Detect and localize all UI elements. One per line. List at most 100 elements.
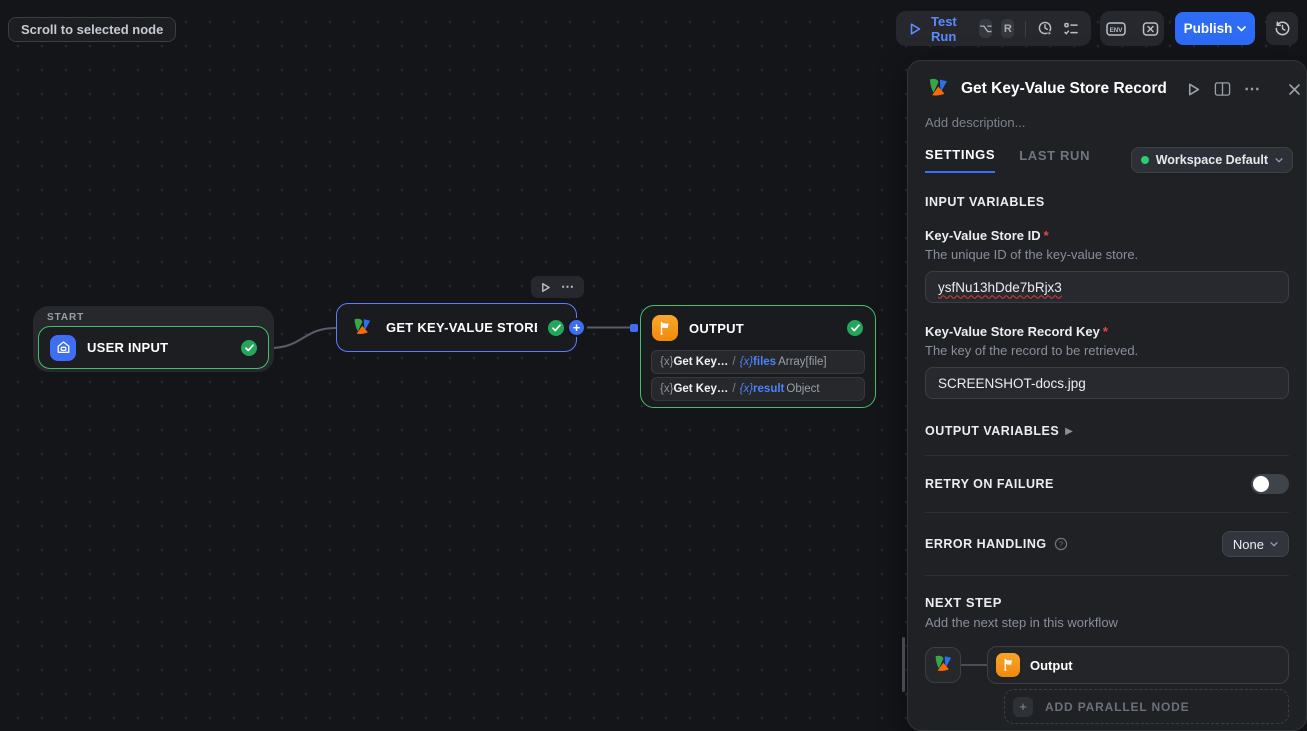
- chevron-right-icon: ▶: [1065, 426, 1073, 437]
- node-settings-panel: Get Key-Value Store Record ⋯ Add descrip…: [907, 60, 1307, 731]
- node-play-icon[interactable]: [540, 282, 551, 293]
- error-handling-select[interactable]: None: [1222, 531, 1289, 557]
- panel-scrollbar[interactable]: [902, 637, 905, 692]
- output-flag-icon: [652, 315, 678, 341]
- play-icon[interactable]: [908, 22, 922, 36]
- field-description: The key of the record to be retrieved.: [925, 343, 1289, 358]
- variable-token-icon: {x}: [740, 356, 753, 368]
- output-variables-heading: OUTPUT VARIABLES: [925, 424, 1059, 438]
- help-icon[interactable]: ?: [1054, 537, 1068, 551]
- description-placeholder[interactable]: Add description...: [908, 102, 1306, 130]
- field-kv-store-id: Key-Value Store ID* The unique ID of the…: [925, 228, 1289, 303]
- docs-book-icon[interactable]: [1214, 81, 1231, 97]
- history-button[interactable]: [1266, 12, 1298, 45]
- panel-tabs: SETTINGS LAST RUN Workspace Default: [908, 130, 1306, 173]
- add-parallel-node-button[interactable]: + ADD PARALLEL NODE: [1004, 689, 1289, 724]
- record-key-input[interactable]: SCREENSHOT-docs.jpg: [925, 367, 1289, 399]
- variable-type: Object: [784, 383, 819, 395]
- variables-icon[interactable]: [1142, 21, 1159, 37]
- output-node-label: OUTPUT: [689, 321, 836, 336]
- apify-icon: [925, 76, 951, 102]
- more-options-icon[interactable]: ⋯: [1244, 79, 1261, 99]
- chevron-down-icon: [1237, 26, 1246, 32]
- apify-icon: [349, 315, 375, 341]
- path-separator: /: [728, 383, 739, 395]
- field-description: The unique ID of the key-value store.: [925, 247, 1289, 262]
- user-input-icon: [50, 335, 76, 361]
- error-handling-row: ERROR HANDLING ? None: [925, 513, 1289, 575]
- env-icon[interactable]: ENV: [1106, 21, 1126, 37]
- test-run-button[interactable]: Test Run: [931, 14, 968, 44]
- toolbar-divider: [1025, 21, 1026, 37]
- workspace-selector[interactable]: Workspace Default: [1131, 147, 1293, 173]
- current-node-button[interactable]: [925, 647, 961, 683]
- add-parallel-label: ADD PARALLEL NODE: [1045, 700, 1190, 714]
- required-asterisk: *: [1044, 228, 1049, 243]
- output-node[interactable]: OUTPUT {x}Get Key…/{x}filesArray[file] {…: [640, 305, 876, 408]
- error-handling-heading: ERROR HANDLING: [925, 537, 1047, 551]
- publish-button[interactable]: Publish: [1175, 12, 1255, 45]
- user-input-node[interactable]: USER INPUT: [38, 326, 269, 369]
- tab-settings[interactable]: SETTINGS: [925, 147, 995, 173]
- field-label: Key-Value Store ID: [925, 228, 1041, 243]
- tab-last-run[interactable]: LAST RUN: [1019, 148, 1090, 172]
- output-flag-icon: [996, 653, 1020, 677]
- input-variables-heading: INPUT VARIABLES: [925, 195, 1289, 209]
- path-separator: /: [728, 356, 739, 368]
- chevron-down-icon: [1275, 158, 1283, 163]
- kv-store-node[interactable]: GET KEY-VALUE STORE RECORD +: [336, 303, 577, 352]
- svg-text:ENV: ENV: [1109, 26, 1123, 33]
- run-node-icon[interactable]: [1186, 82, 1201, 97]
- runs-list-icon[interactable]: [1063, 21, 1079, 37]
- connector-line: [961, 664, 987, 666]
- panel-title: Get Key-Value Store Record: [961, 80, 1173, 98]
- next-step-description: Add the next step in this workflow: [925, 615, 1289, 630]
- retry-heading: RETRY ON FAILURE: [925, 477, 1054, 491]
- success-check-icon: [548, 320, 564, 336]
- source-node-name: Get Key…: [673, 356, 728, 368]
- node-mini-toolbar: ⋯: [531, 276, 584, 298]
- output-variable-row[interactable]: {x}Get Key…/{x}filesArray[file]: [651, 350, 865, 374]
- option-key-badge: ⌥: [979, 19, 992, 38]
- next-step-section: NEXT STEP Add the next step in this work…: [925, 576, 1289, 724]
- variable-token-icon: {x}: [660, 356, 673, 368]
- next-step-heading: NEXT STEP: [925, 595, 1289, 610]
- input-value: ysfNu13hDde7bRjx3: [938, 280, 1062, 295]
- svg-text:?: ?: [1059, 540, 1063, 549]
- input-value: SCREENSHOT-docs.jpg: [938, 376, 1086, 391]
- close-icon[interactable]: [1288, 83, 1301, 96]
- variable-name: result: [753, 383, 784, 395]
- node-more-icon[interactable]: ⋯: [561, 279, 575, 295]
- workspace-label: Workspace Default: [1156, 153, 1268, 167]
- field-label: Key-Value Store Record Key: [925, 324, 1100, 339]
- success-check-icon: [847, 320, 863, 336]
- scroll-to-selected-node-button[interactable]: Scroll to selected node: [8, 17, 176, 42]
- toggle-knob: [1253, 476, 1269, 492]
- r-key-badge: R: [1001, 19, 1014, 38]
- output-variable-row[interactable]: {x}Get Key…/{x}resultObject: [651, 377, 865, 401]
- start-node-group: START USER INPUT: [33, 306, 274, 372]
- env-toolbar: ENV: [1100, 11, 1164, 46]
- next-step-output-node[interactable]: Output: [987, 646, 1289, 684]
- output-variables-toggle[interactable]: OUTPUT VARIABLES ▶: [925, 424, 1289, 438]
- run-toolbar: Test Run ⌥ R: [896, 11, 1091, 46]
- next-step-node-label: Output: [1030, 658, 1073, 673]
- workspace-status-dot: [1141, 156, 1149, 164]
- kv-store-id-input[interactable]: ysfNu13hDde7bRjx3: [925, 271, 1289, 303]
- success-check-icon: [241, 340, 257, 356]
- required-asterisk: *: [1103, 324, 1108, 339]
- chevron-down-icon: [1270, 542, 1278, 547]
- field-record-key: Key-Value Store Record Key* The key of t…: [925, 324, 1289, 399]
- variable-token-icon: {x}: [660, 383, 673, 395]
- retry-toggle[interactable]: [1251, 474, 1289, 494]
- variable-name: files: [753, 356, 776, 368]
- plus-icon: +: [1013, 697, 1033, 717]
- variable-type: Array[file]: [776, 356, 827, 368]
- source-node-name: Get Key…: [673, 383, 728, 395]
- apify-icon: [931, 653, 955, 677]
- panel-header: Get Key-Value Store Record ⋯: [908, 61, 1306, 102]
- add-next-node-port[interactable]: +: [567, 318, 586, 337]
- kv-store-node-label: GET KEY-VALUE STORE RECORD: [386, 320, 537, 335]
- retry-on-failure-row: RETRY ON FAILURE: [925, 456, 1289, 512]
- schedule-icon[interactable]: [1037, 20, 1054, 37]
